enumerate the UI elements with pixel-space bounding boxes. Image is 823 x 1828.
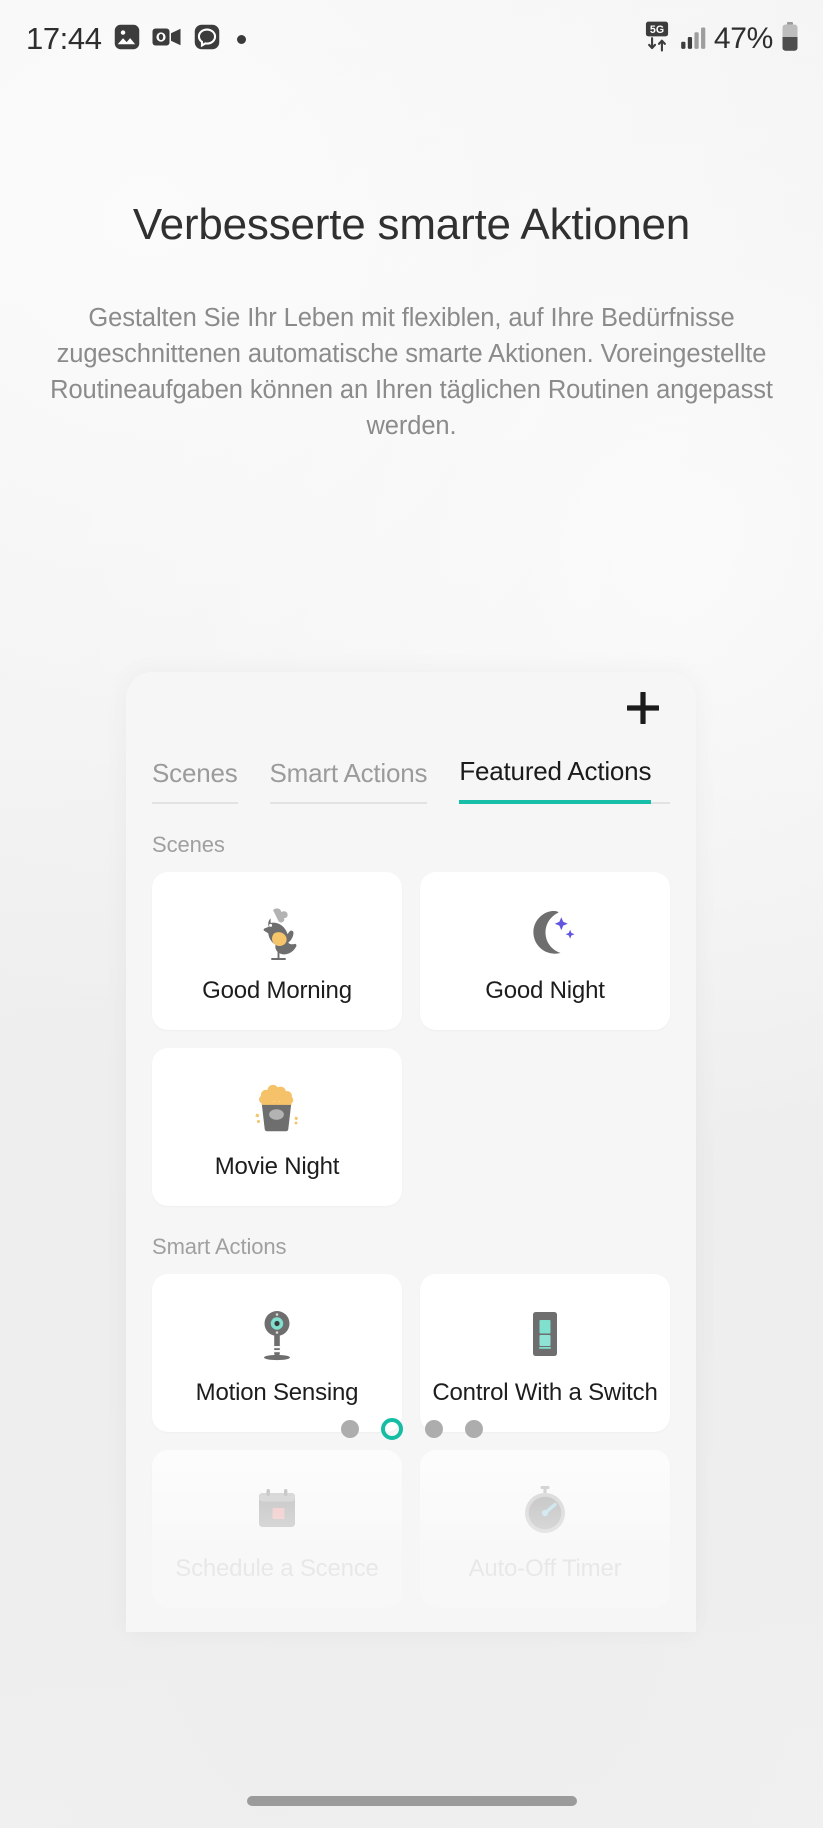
tile-good-night[interactable]: Good Night <box>420 872 670 1030</box>
signal-bars-icon <box>680 24 706 55</box>
smart-actions-tile-grid: Motion Sensing Control With a Switch <box>126 1274 696 1432</box>
smart-actions-tile-grid-faded: Schedule a Scence Auto-Off Timer <box>126 1450 696 1608</box>
tile-label: Good Morning <box>202 977 352 1004</box>
page-title: Verbesserte smarte Aktionen <box>132 200 691 249</box>
svg-text:5G: 5G <box>650 24 664 36</box>
moon-stars-icon <box>508 897 582 971</box>
tile-label: Motion Sensing <box>195 1379 359 1406</box>
wall-switch-icon <box>508 1299 582 1373</box>
plus-icon <box>622 687 664 729</box>
tile-movie-night[interactable]: Movie Night <box>152 1048 402 1206</box>
photos-icon <box>113 23 141 56</box>
page-subtitle: Gestalten Sie Ihr Leben mit flexiblen, a… <box>50 304 773 440</box>
status-bar: 17:44 5G 47% <box>0 0 823 78</box>
tile-control-with-a-switch[interactable]: Control With a Switch <box>420 1274 670 1432</box>
tile-label: Movie Night <box>214 1153 340 1180</box>
home-indicator[interactable] <box>246 1796 577 1806</box>
card-toolbar <box>126 672 696 744</box>
scenes-tile-grid: Good Morning Good Night Movie Night <box>126 872 696 1206</box>
rooster-icon <box>240 897 314 971</box>
notification-dot-icon <box>236 34 246 44</box>
app-preview-card: Scenes Smart Actions Featured Actions Sc… <box>126 672 696 1632</box>
status-bar-right: 5G 47% <box>642 21 799 58</box>
tile-label: Schedule a Scence <box>175 1555 379 1582</box>
add-button[interactable] <box>620 685 666 731</box>
page-dot-3[interactable] <box>424 1420 443 1438</box>
tab-bar: Scenes Smart Actions Featured Actions <box>126 744 696 804</box>
tile-motion-sensing[interactable]: Motion Sensing <box>152 1274 402 1432</box>
tile-label: Good Night <box>485 977 605 1004</box>
faded-tile-row: Schedule a Scence Auto-Off Timer <box>126 1450 696 1632</box>
tile-good-morning[interactable]: Good Morning <box>152 872 402 1030</box>
status-clock: 17:44 <box>26 21 102 56</box>
popcorn-icon <box>240 1073 314 1147</box>
phone-screen: 17:44 5G 47% Verbesserte smarte Aktionen… <box>0 0 823 1828</box>
calendar-icon <box>240 1475 314 1549</box>
messaging-icon <box>193 23 221 56</box>
page-dot-1[interactable] <box>340 1420 359 1438</box>
status-bar-left: 17:44 <box>26 21 246 57</box>
stopwatch-icon <box>508 1475 582 1549</box>
section-label-scenes: Scenes <box>152 832 225 857</box>
tile-schedule-a-scence[interactable]: Schedule a Scence <box>152 1450 402 1608</box>
page-indicator <box>0 1418 823 1440</box>
motion-sensor-icon <box>240 1299 314 1373</box>
tab-scenes[interactable]: Scenes <box>152 758 238 804</box>
tile-label: Control With a Switch <box>432 1379 658 1406</box>
battery-percent-label: 47% <box>713 22 773 55</box>
page-dot-4[interactable] <box>464 1420 483 1438</box>
tile-placeholder <box>420 1048 670 1206</box>
tab-smart-actions[interactable]: Smart Actions <box>269 758 428 804</box>
5g-network-icon: 5G <box>642 21 672 58</box>
section-label-smart-actions: Smart Actions <box>152 1234 287 1259</box>
hero-section: Verbesserte smarte Aktionen Gestalten Si… <box>0 196 823 444</box>
tile-label: Auto-Off Timer <box>468 1555 622 1582</box>
battery-icon <box>781 21 799 57</box>
tile-auto-off-timer[interactable]: Auto-Off Timer <box>420 1450 670 1608</box>
outlook-icon <box>152 25 182 54</box>
page-dot-2-active[interactable] <box>380 1418 403 1440</box>
tab-bar-filler <box>651 789 670 804</box>
tab-featured-actions[interactable]: Featured Actions <box>459 756 651 804</box>
